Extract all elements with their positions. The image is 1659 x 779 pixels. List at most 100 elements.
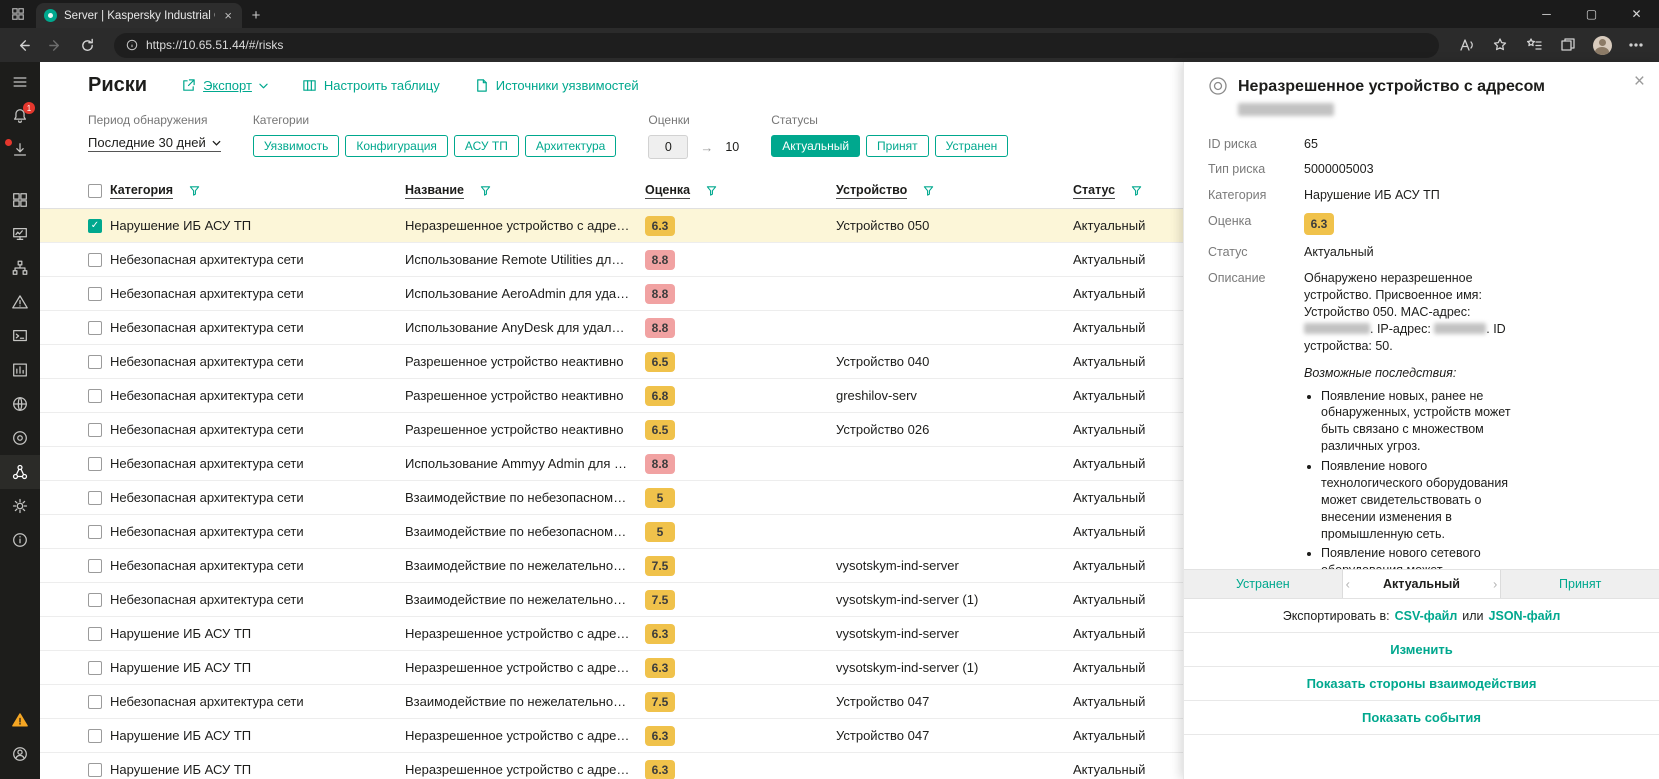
column-header-name[interactable]: Название (405, 183, 464, 199)
export-button[interactable]: Экспорт (181, 78, 268, 93)
row-checkbox[interactable] (88, 355, 102, 369)
row-checkbox[interactable] (88, 219, 102, 233)
status-chip-actual[interactable]: Актуальный (771, 135, 860, 157)
score-max-input[interactable]: 10 (725, 140, 739, 154)
show-interaction-parties-button[interactable]: Показать стороны взаимодействия (1184, 667, 1659, 701)
refresh-icon[interactable] (72, 31, 102, 59)
show-events-button[interactable]: Показать события (1184, 701, 1659, 735)
info-icon[interactable] (0, 523, 40, 557)
row-checkbox[interactable] (88, 695, 102, 709)
table-row[interactable]: Небезопасная архитектура сети Использова… (40, 311, 1183, 345)
network-icon[interactable] (0, 387, 40, 421)
table-row[interactable]: Небезопасная архитектура сети Взаимодейс… (40, 481, 1183, 515)
settings-icon[interactable] (0, 489, 40, 523)
user-icon[interactable] (0, 737, 40, 771)
events-icon[interactable] (0, 285, 40, 319)
row-checkbox[interactable] (88, 729, 102, 743)
new-tab-button[interactable]: + (242, 3, 270, 28)
table-row[interactable]: Небезопасная архитектура сети Взаимодейс… (40, 583, 1183, 617)
category-chip-vulnerability[interactable]: Уязвимость (253, 135, 340, 157)
table-row[interactable]: Небезопасная архитектура сети Взаимодейс… (40, 515, 1183, 549)
table-row[interactable]: Нарушение ИБ АСУ ТП Неразрешенное устрой… (40, 651, 1183, 685)
configure-table-button[interactable]: Настроить таблицу (302, 78, 440, 93)
console-icon[interactable] (0, 319, 40, 353)
risks-icon[interactable] (0, 455, 40, 489)
tab-close-icon[interactable]: × (222, 8, 234, 23)
row-checkbox[interactable] (88, 423, 102, 437)
filter-funnel-icon[interactable] (923, 185, 934, 196)
row-checkbox[interactable] (88, 321, 102, 335)
status-chip-accepted[interactable]: Принят (866, 135, 929, 157)
license-warning-icon[interactable] (0, 703, 40, 737)
favorites-bar-icon[interactable] (1519, 31, 1549, 59)
table-row[interactable]: Нарушение ИБ АСУ ТП Неразрешенное устрой… (40, 753, 1183, 779)
row-checkbox[interactable] (88, 593, 102, 607)
filter-funnel-icon[interactable] (1131, 185, 1142, 196)
maximize-icon[interactable]: ▢ (1569, 0, 1614, 28)
close-icon[interactable]: × (1634, 72, 1645, 91)
add-favorite-icon[interactable] (1485, 31, 1515, 59)
row-checkbox[interactable] (88, 253, 102, 267)
column-header-score[interactable]: Оценка (645, 183, 690, 199)
profile-avatar[interactable] (1587, 31, 1617, 59)
assets-icon[interactable] (0, 251, 40, 285)
table-row[interactable]: Небезопасная архитектура сети Взаимодейс… (40, 685, 1183, 719)
notifications-icon[interactable]: 1 (0, 99, 40, 133)
tab-actions-icon[interactable] (0, 0, 36, 28)
column-header-category[interactable]: Категория (110, 183, 173, 199)
edit-button[interactable]: Изменить (1184, 633, 1659, 667)
table-row[interactable]: Небезопасная архитектура сети Использова… (40, 447, 1183, 481)
browser-tab[interactable]: Server | Kaspersky Industrial Cyb... × (36, 3, 242, 28)
collections-icon[interactable] (1553, 31, 1583, 59)
status-tab-accepted[interactable]: Принят (1501, 570, 1659, 598)
category-chip-architecture[interactable]: Архитектура (525, 135, 617, 157)
forward-icon[interactable] (40, 31, 70, 59)
browser-menu-icon[interactable] (1621, 31, 1651, 59)
table-row[interactable]: Небезопасная архитектура сети Разрешенно… (40, 345, 1183, 379)
filter-funnel-icon[interactable] (480, 185, 491, 196)
address-bar[interactable]: https://10.65.51.44/#/risks (114, 33, 1439, 58)
status-chip-resolved[interactable]: Устранен (935, 135, 1009, 157)
row-checkbox[interactable] (88, 661, 102, 675)
dashboard-icon[interactable] (0, 183, 40, 217)
score-min-input[interactable]: 0 (648, 135, 688, 159)
table-row[interactable]: Нарушение ИБ АСУ ТП Неразрешенное устрой… (40, 617, 1183, 651)
audit-icon[interactable] (0, 421, 40, 455)
export-json-link[interactable]: JSON-файл (1489, 609, 1561, 623)
table-row[interactable]: Нарушение ИБ АСУ ТП Неразрешенное устрой… (40, 209, 1183, 243)
row-checkbox[interactable] (88, 457, 102, 471)
monitoring-icon[interactable] (0, 217, 40, 251)
table-row[interactable]: Небезопасная архитектура сети Использова… (40, 277, 1183, 311)
row-checkbox[interactable] (88, 491, 102, 505)
table-row[interactable]: Небезопасная архитектура сети Разрешенно… (40, 379, 1183, 413)
period-dropdown[interactable]: Последние 30 дней (88, 135, 221, 152)
row-checkbox[interactable] (88, 559, 102, 573)
select-all-checkbox[interactable] (88, 184, 102, 198)
downloads-icon[interactable] (0, 133, 40, 167)
filter-funnel-icon[interactable] (189, 185, 200, 196)
vulnerability-sources-button[interactable]: Источники уязвимостей (474, 78, 639, 93)
filter-funnel-icon[interactable] (706, 185, 717, 196)
row-checkbox[interactable] (88, 389, 102, 403)
category-chip-configuration[interactable]: Конфигурация (345, 135, 448, 157)
status-tab-actual[interactable]: ‹ Актуальный › (1342, 570, 1502, 598)
row-checkbox[interactable] (88, 525, 102, 539)
table-row[interactable]: Небезопасная архитектура сети Взаимодейс… (40, 549, 1183, 583)
close-window-icon[interactable]: ✕ (1614, 0, 1659, 28)
back-icon[interactable] (8, 31, 38, 59)
minimize-icon[interactable]: ─ (1524, 0, 1569, 28)
table-row[interactable]: Нарушение ИБ АСУ ТП Неразрешенное устрой… (40, 719, 1183, 753)
row-checkbox[interactable] (88, 763, 102, 777)
category-chip-ics[interactable]: АСУ ТП (454, 135, 519, 157)
status-tab-resolved[interactable]: Устранен (1184, 570, 1342, 598)
menu-icon[interactable] (0, 65, 40, 99)
reports-icon[interactable] (0, 353, 40, 387)
row-checkbox[interactable] (88, 287, 102, 301)
table-row[interactable]: Небезопасная архитектура сети Использова… (40, 243, 1183, 277)
column-header-status[interactable]: Статус (1073, 183, 1115, 199)
column-header-device[interactable]: Устройство (836, 183, 907, 199)
export-csv-link[interactable]: CSV-файл (1395, 609, 1458, 623)
table-row[interactable]: Небезопасная архитектура сети Разрешенно… (40, 413, 1183, 447)
read-aloud-icon[interactable] (1451, 31, 1481, 59)
row-checkbox[interactable] (88, 627, 102, 641)
